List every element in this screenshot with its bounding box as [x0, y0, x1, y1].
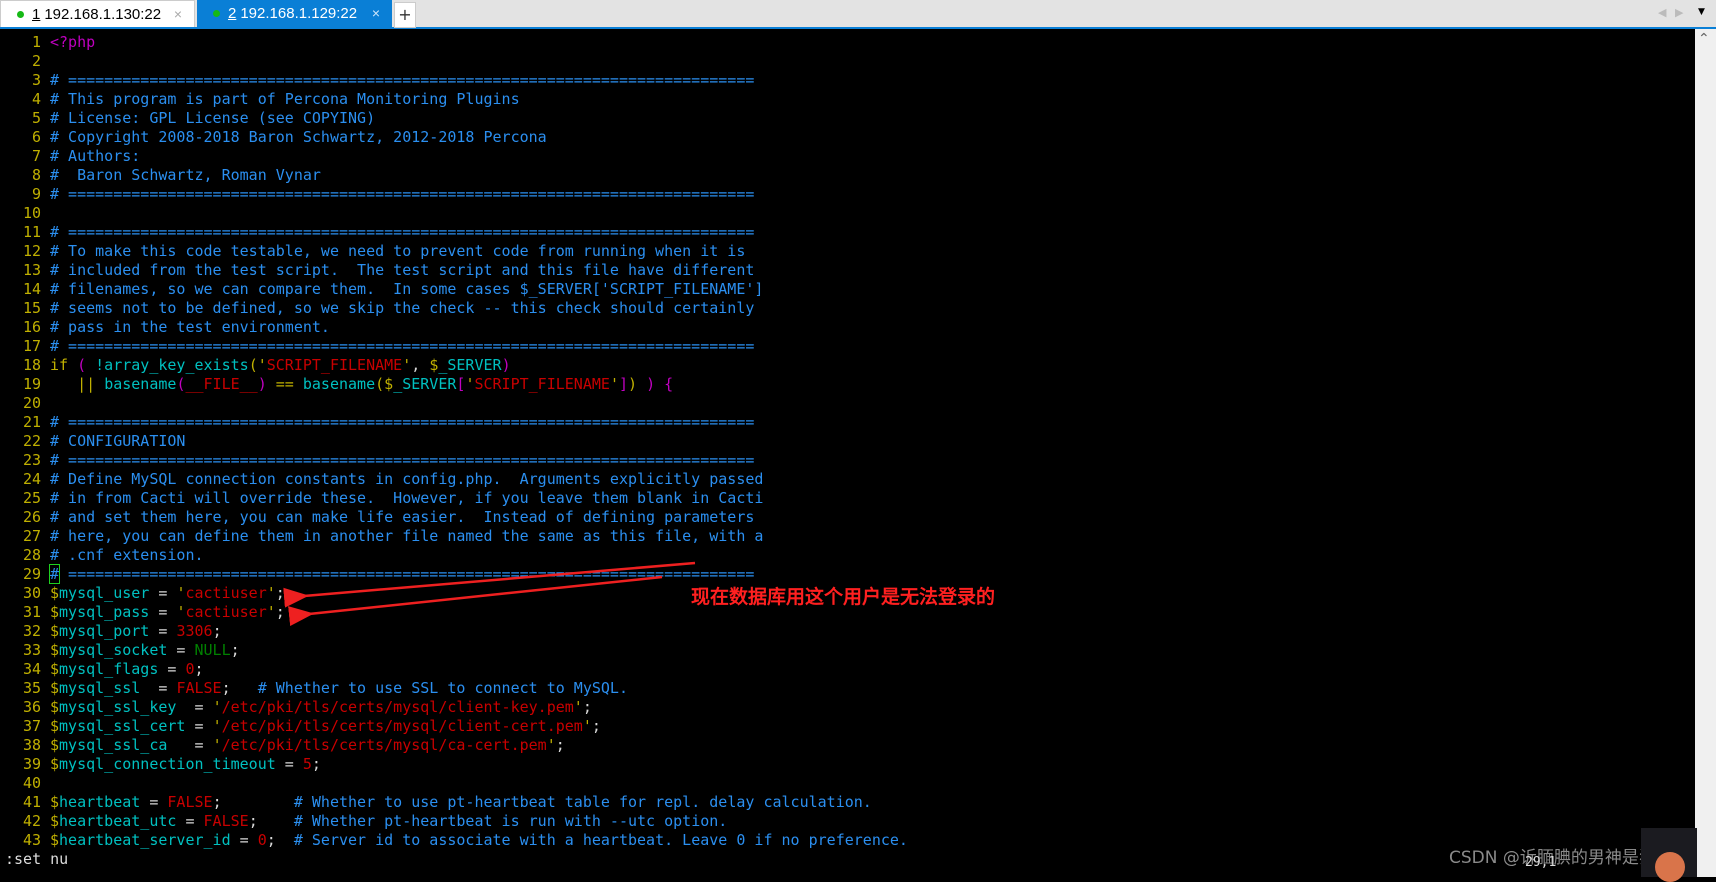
floating-widget[interactable]: [1641, 828, 1697, 882]
widget-logo-icon: [1655, 852, 1685, 882]
cursor-position: 29,1: [1525, 855, 1557, 870]
watermark: CSDN @诉腼腆的男神是狂神: [1449, 848, 1673, 868]
annotation-arrow-pass: [288, 575, 663, 627]
annotation-text: 现在数据库用这个用户是无法登录的: [691, 586, 996, 608]
annotation-arrows: [283, 561, 696, 627]
